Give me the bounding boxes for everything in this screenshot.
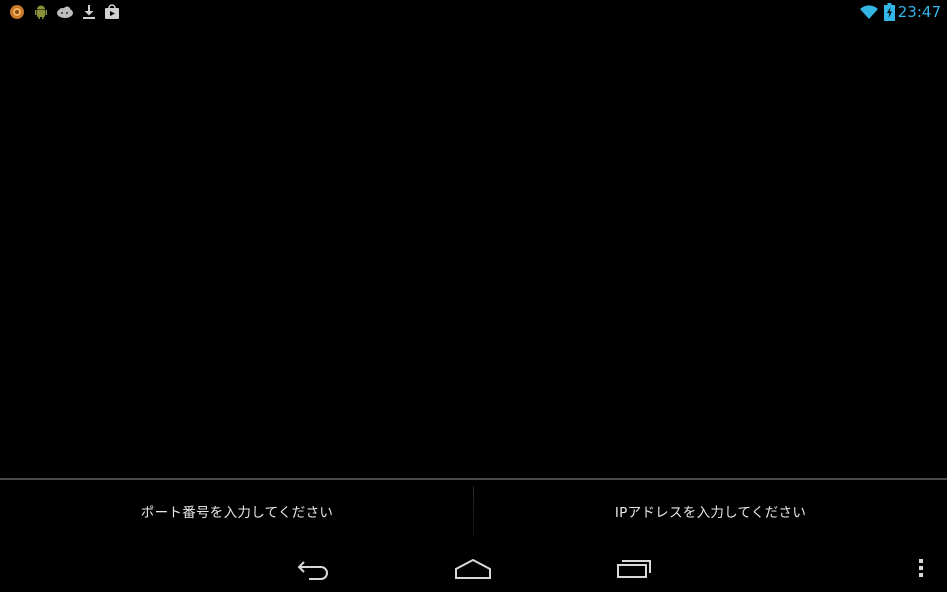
battery-charging-icon	[884, 3, 895, 21]
overflow-menu-icon	[919, 559, 923, 577]
android-icon	[35, 5, 47, 19]
android-screen: 23:47 ポート番号を入力してください IPアドレスを入力してください	[0, 0, 947, 592]
overflow-menu-button[interactable]	[906, 552, 936, 584]
app-orange-icon	[10, 5, 24, 19]
home-button[interactable]	[443, 552, 503, 584]
port-number-placeholder: ポート番号を入力してください	[140, 505, 334, 521]
status-clock: 23:47	[897, 3, 941, 21]
play-store-icon	[105, 4, 119, 19]
home-icon	[455, 558, 491, 579]
recents-button[interactable]	[604, 552, 664, 584]
download-icon	[83, 5, 95, 19]
back-button[interactable]	[283, 552, 343, 584]
back-icon	[297, 561, 328, 580]
wifi-icon	[860, 5, 878, 19]
ip-address-placeholder: IPアドレスを入力してください	[614, 505, 807, 521]
main-content-area[interactable]	[0, 25, 947, 478]
recents-icon	[617, 560, 651, 578]
cloud-icon	[57, 6, 73, 18]
port-number-field[interactable]: ポート番号を入力してください	[0, 480, 474, 542]
status-bar: 23:47	[0, 0, 947, 25]
navigation-bar	[0, 542, 947, 592]
input-panel: ポート番号を入力してください IPアドレスを入力してください	[0, 478, 947, 542]
ip-address-field[interactable]: IPアドレスを入力してください	[474, 480, 947, 542]
